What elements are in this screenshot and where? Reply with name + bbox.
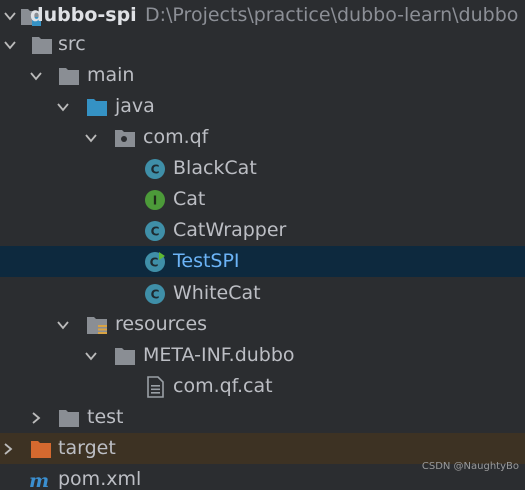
tree-row-class-whitecat[interactable]: C WhiteCat: [0, 278, 525, 309]
folder-icon: [59, 68, 79, 85]
tree-row-main[interactable]: main: [0, 60, 525, 91]
package-label: com.qf: [143, 126, 209, 148]
chevron-down-icon[interactable]: [55, 317, 71, 333]
folder-label-java: java: [115, 95, 155, 117]
folder-icon: [115, 348, 135, 365]
project-path: D:\Projects\practice\dubbo-learn\dubbo: [145, 4, 519, 26]
interface-label-cat: Cat: [173, 188, 206, 210]
project-tree-panel: dubbo-spi D:\Projects\practice\dubbo-lea…: [0, 0, 525, 490]
tree-row-class-blackcat[interactable]: C BlackCat: [0, 153, 525, 184]
class-label-whitecat: WhiteCat: [173, 282, 261, 304]
tree-row-test[interactable]: test: [0, 402, 525, 433]
chevron-right-icon[interactable]: [0, 441, 16, 457]
class-icon: C: [145, 221, 165, 241]
class-label-testspi: TestSPI: [173, 250, 240, 272]
tree-row-interface-cat[interactable]: I Cat: [0, 184, 525, 215]
folder-label-src: src: [58, 33, 86, 55]
watermark: CSDN @NaughtyBo: [421, 461, 519, 472]
text-file-icon: [147, 376, 164, 398]
folder-label-main: main: [87, 64, 135, 86]
folder-label-metainf: META-INF.dubbo: [143, 344, 295, 366]
resources-folder-icon: [87, 317, 107, 334]
tree-row-class-testspi[interactable]: C TestSPI: [0, 246, 525, 277]
class-label-catwrapper: CatWrapper: [173, 219, 287, 241]
svg-text:m: m: [29, 470, 49, 490]
chevron-down-icon[interactable]: [83, 130, 99, 146]
chevron-down-icon[interactable]: [2, 8, 18, 24]
class-icon-letter: C: [151, 288, 160, 302]
chevron-down-icon[interactable]: [55, 99, 71, 115]
interface-icon-letter: I: [153, 194, 157, 208]
chevron-right-icon[interactable]: [28, 410, 44, 426]
class-label-blackcat: BlackCat: [173, 157, 257, 179]
folder-label-test: test: [87, 406, 124, 428]
interface-icon: I: [145, 190, 165, 210]
class-icon: C: [145, 159, 165, 179]
tree-row-class-catwrapper[interactable]: C CatWrapper: [0, 215, 525, 246]
tree-row-project[interactable]: dubbo-spi D:\Projects\practice\dubbo-lea…: [0, 0, 525, 31]
tree-row-resources[interactable]: resources: [0, 309, 525, 340]
folder-label-target: target: [58, 437, 116, 459]
folder-label-resources: resources: [115, 313, 208, 335]
runnable-class-icon: C: [145, 252, 165, 272]
maven-icon: m: [29, 470, 49, 490]
folder-icon: [32, 37, 52, 54]
tree-row-package[interactable]: com.qf: [0, 122, 525, 153]
file-label-pom: pom.xml: [58, 468, 142, 490]
chevron-down-icon[interactable]: [28, 68, 44, 84]
tree-row-src[interactable]: src: [0, 29, 525, 60]
chevron-down-icon[interactable]: [2, 37, 18, 53]
tree-row-metainf[interactable]: META-INF.dubbo: [0, 340, 525, 371]
class-icon-letter: C: [150, 256, 159, 270]
class-icon-letter: C: [151, 163, 160, 177]
tree-row-target[interactable]: target: [0, 433, 525, 464]
chevron-down-icon[interactable]: [83, 348, 99, 364]
class-icon: C: [145, 284, 165, 304]
excluded-folder-icon: [31, 441, 51, 458]
tree-row-java[interactable]: java: [0, 91, 525, 122]
project-name: dubbo-spi: [30, 4, 137, 26]
source-folder-icon: [87, 99, 107, 116]
class-icon-letter: C: [151, 225, 160, 239]
package-icon: [115, 130, 135, 147]
file-label-spi: com.qf.cat: [173, 375, 273, 397]
folder-icon: [59, 410, 79, 427]
tree-row-spi-file[interactable]: com.qf.cat: [0, 371, 525, 402]
